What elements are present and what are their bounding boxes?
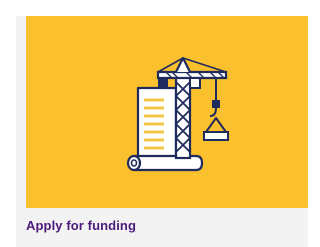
apply-for-funding-card[interactable]: Apply for funding: [16, 16, 308, 247]
crane-hook: [203, 78, 229, 141]
card-illustration: [26, 16, 308, 208]
crane-blueprint-icon: [126, 56, 229, 172]
card-title[interactable]: Apply for funding: [26, 218, 136, 233]
blueprint-paper: [136, 86, 178, 164]
crane-tower: [174, 74, 192, 160]
